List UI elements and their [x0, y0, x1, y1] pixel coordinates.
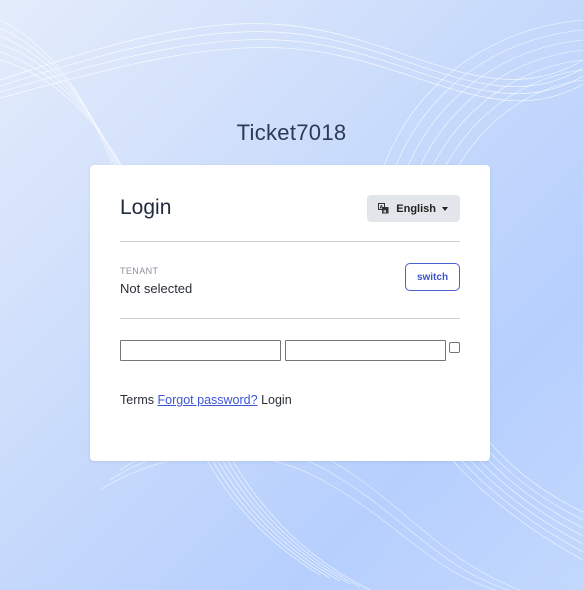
- divider: [120, 318, 460, 319]
- username-input[interactable]: [120, 340, 281, 361]
- tenant-label: TENANT: [120, 266, 159, 276]
- terms-link[interactable]: Terms: [120, 393, 154, 407]
- chevron-down-icon: [442, 206, 448, 211]
- login-link[interactable]: Login: [261, 393, 292, 407]
- remember-me-checkbox[interactable]: [449, 342, 460, 353]
- switch-tenant-button[interactable]: switch: [405, 263, 460, 291]
- login-title: Login: [120, 196, 172, 219]
- app-title: Ticket7018: [236, 120, 347, 145]
- forgot-password-link[interactable]: Forgot password?: [158, 393, 258, 407]
- svg-text:a: a: [383, 210, 386, 215]
- tenant-value: Not selected: [120, 281, 193, 296]
- divider: [120, 241, 460, 242]
- translate-icon: A a: [378, 203, 389, 214]
- card-header: Login A a English: [120, 195, 460, 225]
- password-input[interactable]: [285, 340, 446, 361]
- language-label: English: [396, 202, 436, 215]
- login-card: Login A a English TENANT Not selected sw…: [90, 165, 490, 461]
- language-dropdown-button[interactable]: A a English: [367, 195, 460, 222]
- footer-links: Terms Forgot password? Login: [120, 393, 292, 407]
